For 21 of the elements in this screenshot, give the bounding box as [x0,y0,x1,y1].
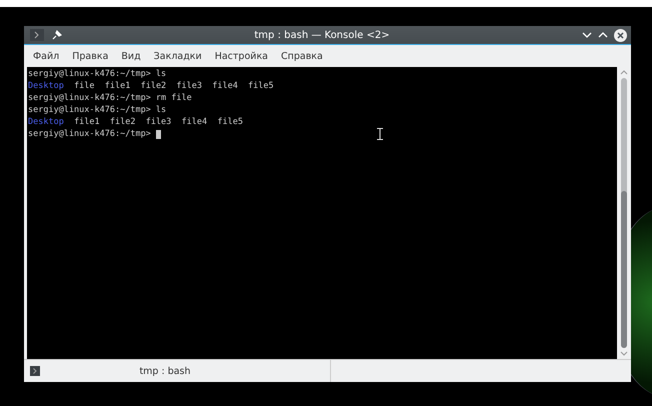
terminal-line: Desktop file1 file2 file3 file4 file5 [28,116,243,128]
terminal-line: sergiy@linux-k476:~/tmp> ls [28,68,166,80]
menu-item[interactable]: Правка [72,50,108,62]
close-icon[interactable] [614,28,627,42]
pin-icon[interactable] [52,30,62,40]
terminal-icon [30,366,40,376]
menu-item[interactable]: Закладки [154,50,202,62]
menu-item[interactable]: Справка [281,50,323,62]
terminal-line: Desktop file file1 file2 file3 file4 file5 [28,80,274,92]
terminal-area[interactable]: sergiy@linux-k476:~/tmp> ls Desktop file file1 file2 file3 file4 file5 sergiy@linux-k476:~/tmp> rm file sergiy@linux-k476:~/tmp> ls Desktop file1 file2 file3 file4 file5 sergiy@linux-k476:~/tmp> [27,67,617,359]
minimize-icon[interactable] [582,31,592,39]
terminal-line: sergiy@linux-k476:~/tmp> rm file [28,92,192,104]
terminal-line: sergiy@linux-k476:~/tmp> [28,128,152,140]
i-beam-cursor-icon [377,128,383,140]
terminal-icon[interactable] [30,29,44,41]
menu-item[interactable]: Настройка [214,50,268,62]
menu-item[interactable]: Файл [33,50,60,62]
menu-item[interactable]: Вид [121,50,141,62]
terminal-line: sergiy@linux-k476:~/tmp> ls [28,104,166,116]
maximize-icon[interactable] [598,31,608,39]
window-title: tmp : bash — Konsole <2> [253,30,391,40]
